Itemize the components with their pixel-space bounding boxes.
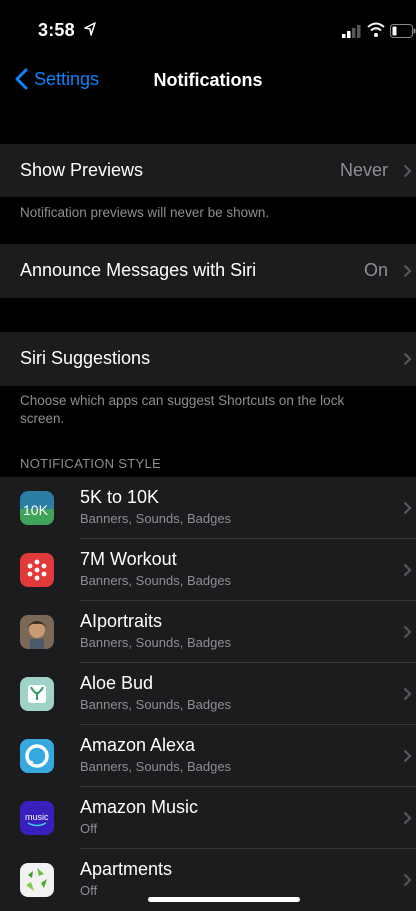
app-name: Apartments xyxy=(80,859,173,879)
chevron-right-icon xyxy=(403,264,412,278)
navigation-bar: Settings Notifications xyxy=(0,52,416,108)
chevron-right-icon xyxy=(403,687,412,701)
app-row-aloe-bud[interactable]: Aloe Bud Banners, Sounds, Badges xyxy=(0,663,416,725)
wifi-icon xyxy=(367,22,385,37)
amazon-alexa-icon xyxy=(20,739,54,773)
app-detail: Banners, Sounds, Badges xyxy=(80,759,232,774)
status-bar: 3:58 xyxy=(0,0,416,52)
page-title: Notifications xyxy=(153,70,263,90)
app-name: AIportraits xyxy=(80,611,163,631)
app-row-amazon-alexa[interactable]: Amazon Alexa Banners, Sounds, Badges xyxy=(0,725,416,787)
app-detail: Off xyxy=(80,821,98,836)
app-row-amazon-music[interactable]: music Amazon Music Off xyxy=(0,787,416,849)
app-name: Aloe Bud xyxy=(80,673,154,693)
siri-suggestions-footer: Choose which apps can suggest Shortcuts … xyxy=(20,393,345,426)
group-spacer xyxy=(0,108,416,144)
announce-messages-value: On xyxy=(363,260,388,280)
app-name: 7M Workout xyxy=(80,549,177,569)
chevron-right-icon xyxy=(403,563,412,577)
app-name: Amazon Alexa xyxy=(80,735,196,755)
app-row-5k-to-10k[interactable]: 10K 5K to 10K Banners, Sounds, Badges xyxy=(0,477,416,539)
app-name: Amazon Music xyxy=(80,797,199,817)
chevron-right-icon xyxy=(403,352,412,366)
aiportraits-icon xyxy=(20,615,54,649)
app-row-7m-workout[interactable]: 7M Workout Banners, Sounds, Badges xyxy=(0,539,416,601)
announce-messages-label: Announce Messages with Siri xyxy=(20,260,257,280)
app-detail: Banners, Sounds, Badges xyxy=(80,697,232,712)
siri-suggestions-row[interactable]: Siri Suggestions xyxy=(0,332,416,386)
apartments-icon xyxy=(20,863,54,897)
5k-to-10k-icon: 10K xyxy=(20,491,54,525)
status-time: 3:58 xyxy=(38,20,75,40)
cellular-signal-icon xyxy=(342,25,361,38)
siri-suggestions-label: Siri Suggestions xyxy=(20,348,151,368)
svg-text:10K: 10K xyxy=(23,502,49,518)
show-previews-row[interactable]: Show Previews Never xyxy=(0,144,416,197)
7m-workout-icon xyxy=(20,553,54,587)
app-detail: Banners, Sounds, Badges xyxy=(80,635,232,650)
chevron-right-icon xyxy=(403,501,412,515)
chevron-right-icon xyxy=(403,625,412,639)
app-detail: Banners, Sounds, Badges xyxy=(80,511,232,526)
app-detail: Off xyxy=(80,883,98,898)
announce-messages-row[interactable]: Announce Messages with Siri On xyxy=(0,244,416,298)
home-indicator[interactable] xyxy=(148,897,300,902)
show-previews-label: Show Previews xyxy=(20,160,144,180)
amazon-music-icon: music xyxy=(20,801,54,835)
chevron-right-icon xyxy=(403,873,412,887)
chevron-right-icon xyxy=(403,164,412,178)
app-row-aiportraits[interactable]: AIportraits Banners, Sounds, Badges xyxy=(0,601,416,663)
battery-icon xyxy=(390,24,416,38)
show-previews-footer: Notification previews will never be show… xyxy=(20,205,270,220)
aloe-bud-icon xyxy=(20,677,54,711)
chevron-right-icon xyxy=(403,811,412,825)
notification-style-header: NOTIFICATION STYLE xyxy=(20,456,161,471)
app-name: 5K to 10K xyxy=(80,487,160,507)
svg-text:music: music xyxy=(25,812,49,822)
show-previews-value: Never xyxy=(339,160,388,180)
location-arrow-icon xyxy=(84,22,96,36)
chevron-right-icon xyxy=(403,749,412,763)
app-detail: Banners, Sounds, Badges xyxy=(80,573,232,588)
